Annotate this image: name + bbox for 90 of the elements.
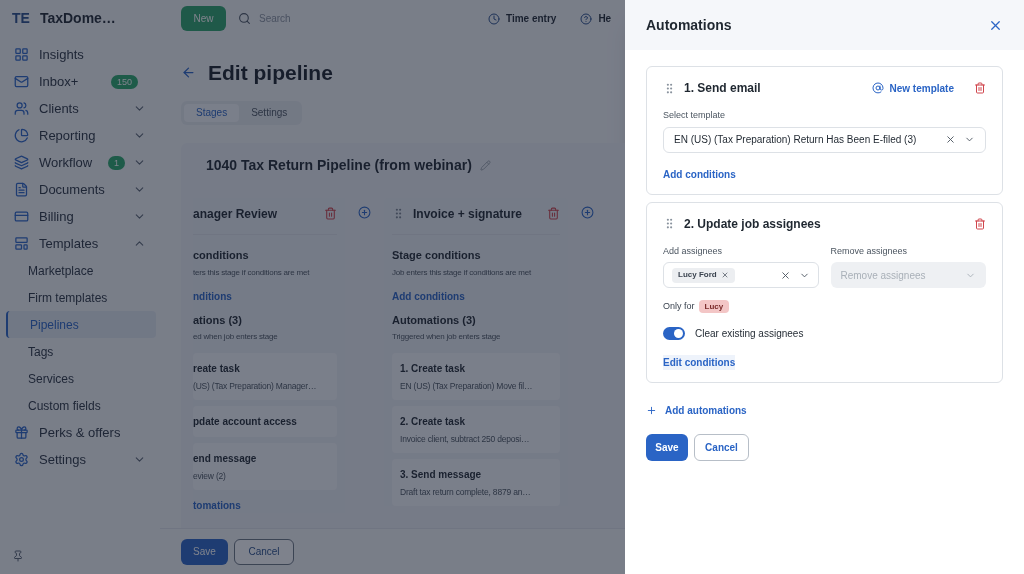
clear-icon[interactable] [945,134,956,145]
template-select[interactable]: EN (US) (Tax Preparation) Return Has Been E-filed (3) [663,126,986,153]
assignees-select[interactable]: Lucy Ford [663,262,819,288]
sidebar-item[interactable]: Billing [4,203,156,230]
automation-card[interactable]: 3. Send message Draft tax return complete, 8879 an… [392,458,560,506]
add-stage-icon[interactable] [358,205,371,219]
edit-automations-link[interactable]: tomations [193,497,241,513]
brand-name[interactable]: TaxDome… [39,8,116,29]
section-heading: conditions [193,247,250,263]
automation-card[interactable]: end message eview (2) [193,442,337,490]
sidebar-subitem[interactable]: Marketplace [6,257,156,284]
section-heading: Automations (3) [392,313,477,328]
trash-icon[interactable] [974,82,986,94]
assignee-chip[interactable]: Lucy Ford [672,267,735,283]
count-badge: 1 [108,155,125,170]
tab[interactable]: Stages [184,103,240,122]
toggle-label: Clear existing assignees [695,326,804,341]
assignee-tag: Lucy [698,300,730,314]
add-conditions-link[interactable]: Add conditions [392,289,465,304]
save-button[interactable]: Save [646,433,688,461]
users-icon [14,101,29,116]
trash-icon[interactable] [974,217,986,230]
grid-icon [14,47,29,62]
sidebar-item[interactable]: Templates [4,230,156,257]
pin-icon[interactable] [12,550,24,562]
automation-card[interactable]: pdate account access [193,405,337,437]
brand-logo[interactable]: TE [12,8,30,29]
section-heading: Stage conditions [392,247,482,263]
stage-title: Invoice + signature [413,205,524,223]
pipeline-name: 1040 Tax Return Pipeline (from webinar) [206,155,472,175]
field-label: Select template [663,109,727,122]
sidebar-subitem[interactable]: Pipelines [6,311,156,338]
sidebar-subitem[interactable]: Tags [6,338,156,365]
help-button[interactable]: He [580,11,612,26]
automation-title: 1. Send email [684,80,762,97]
new-button[interactable]: New [181,6,226,31]
count-badge: 150 [110,74,138,89]
toggle-switch[interactable] [663,326,685,340]
sidebar-subitem[interactable]: Custom fields [6,392,156,419]
page-title: Edit pipeline [208,60,333,86]
stage-title: anager Review [193,205,279,223]
mail-icon [14,74,29,89]
add-conditions-link[interactable]: Add conditions [663,166,736,182]
cancel-button[interactable]: Cancel [694,433,749,461]
drawer-title: Automations [646,15,733,35]
automation-card[interactable]: 1. Create task EN (US) (Tax Preparation) Move fil… [392,352,560,400]
sidebar-item[interactable]: Inbox+ 150 [4,68,156,95]
tab[interactable]: Settings [239,103,300,122]
sidebar-subitem[interactable]: Firm templates [6,284,156,311]
sidebar-item[interactable]: Clients [4,95,156,122]
section-heading: ations (3) [193,313,243,328]
section-description: ters this stage if conditions are met [193,267,310,279]
sidebar-item[interactable]: Settings [4,446,156,473]
automation-card[interactable]: reate task (US) (Tax Preparation) Manager… [193,352,337,400]
search-icon [238,12,251,25]
clock-icon [488,12,500,25]
automation-card[interactable]: 2. Create task Invoice client, subtract 250 deposi… [392,405,560,453]
edit-conditions-link[interactable]: Edit conditions [663,354,736,370]
save-button[interactable]: Save [181,538,228,565]
document-icon [14,182,29,197]
automation-title: 2. Update job assignees [684,215,822,233]
card-icon [14,209,29,224]
trash-icon[interactable] [324,207,337,220]
gift-icon [14,425,29,440]
at-sign-icon [871,82,884,94]
pencil-icon[interactable] [479,159,491,171]
sidebar-item[interactable]: Workflow 1 [4,149,156,176]
new-template-link[interactable]: New template [889,80,954,96]
pie-chart-icon [14,128,29,143]
sidebar-item[interactable]: Documents [4,176,156,203]
template-icon [14,236,29,251]
sidebar-item[interactable]: Insights [4,41,156,68]
time-entry-button[interactable]: Time entry [488,11,557,26]
add-automations-link[interactable]: Add automations [646,402,747,418]
clear-icon[interactable] [779,269,791,281]
sidebar-item[interactable]: Reporting [4,122,156,149]
help-icon [580,12,593,25]
layers-icon [14,155,29,170]
add-conditions-link[interactable]: nditions [193,289,232,304]
cancel-button[interactable]: Cancel [234,538,294,565]
settings-icon [14,452,29,467]
field-label: Remove assignees [830,244,909,258]
field-label: Add assignees [663,244,724,258]
plus-icon [646,404,657,416]
remove-icon[interactable] [720,271,729,279]
add-stage-icon[interactable] [581,205,594,219]
sidebar-item[interactable]: Perks & offers [4,419,156,446]
trash-icon[interactable] [547,207,560,220]
sidebar-subitem[interactable]: Services [6,365,156,392]
only-for-label: Only for [663,300,695,313]
